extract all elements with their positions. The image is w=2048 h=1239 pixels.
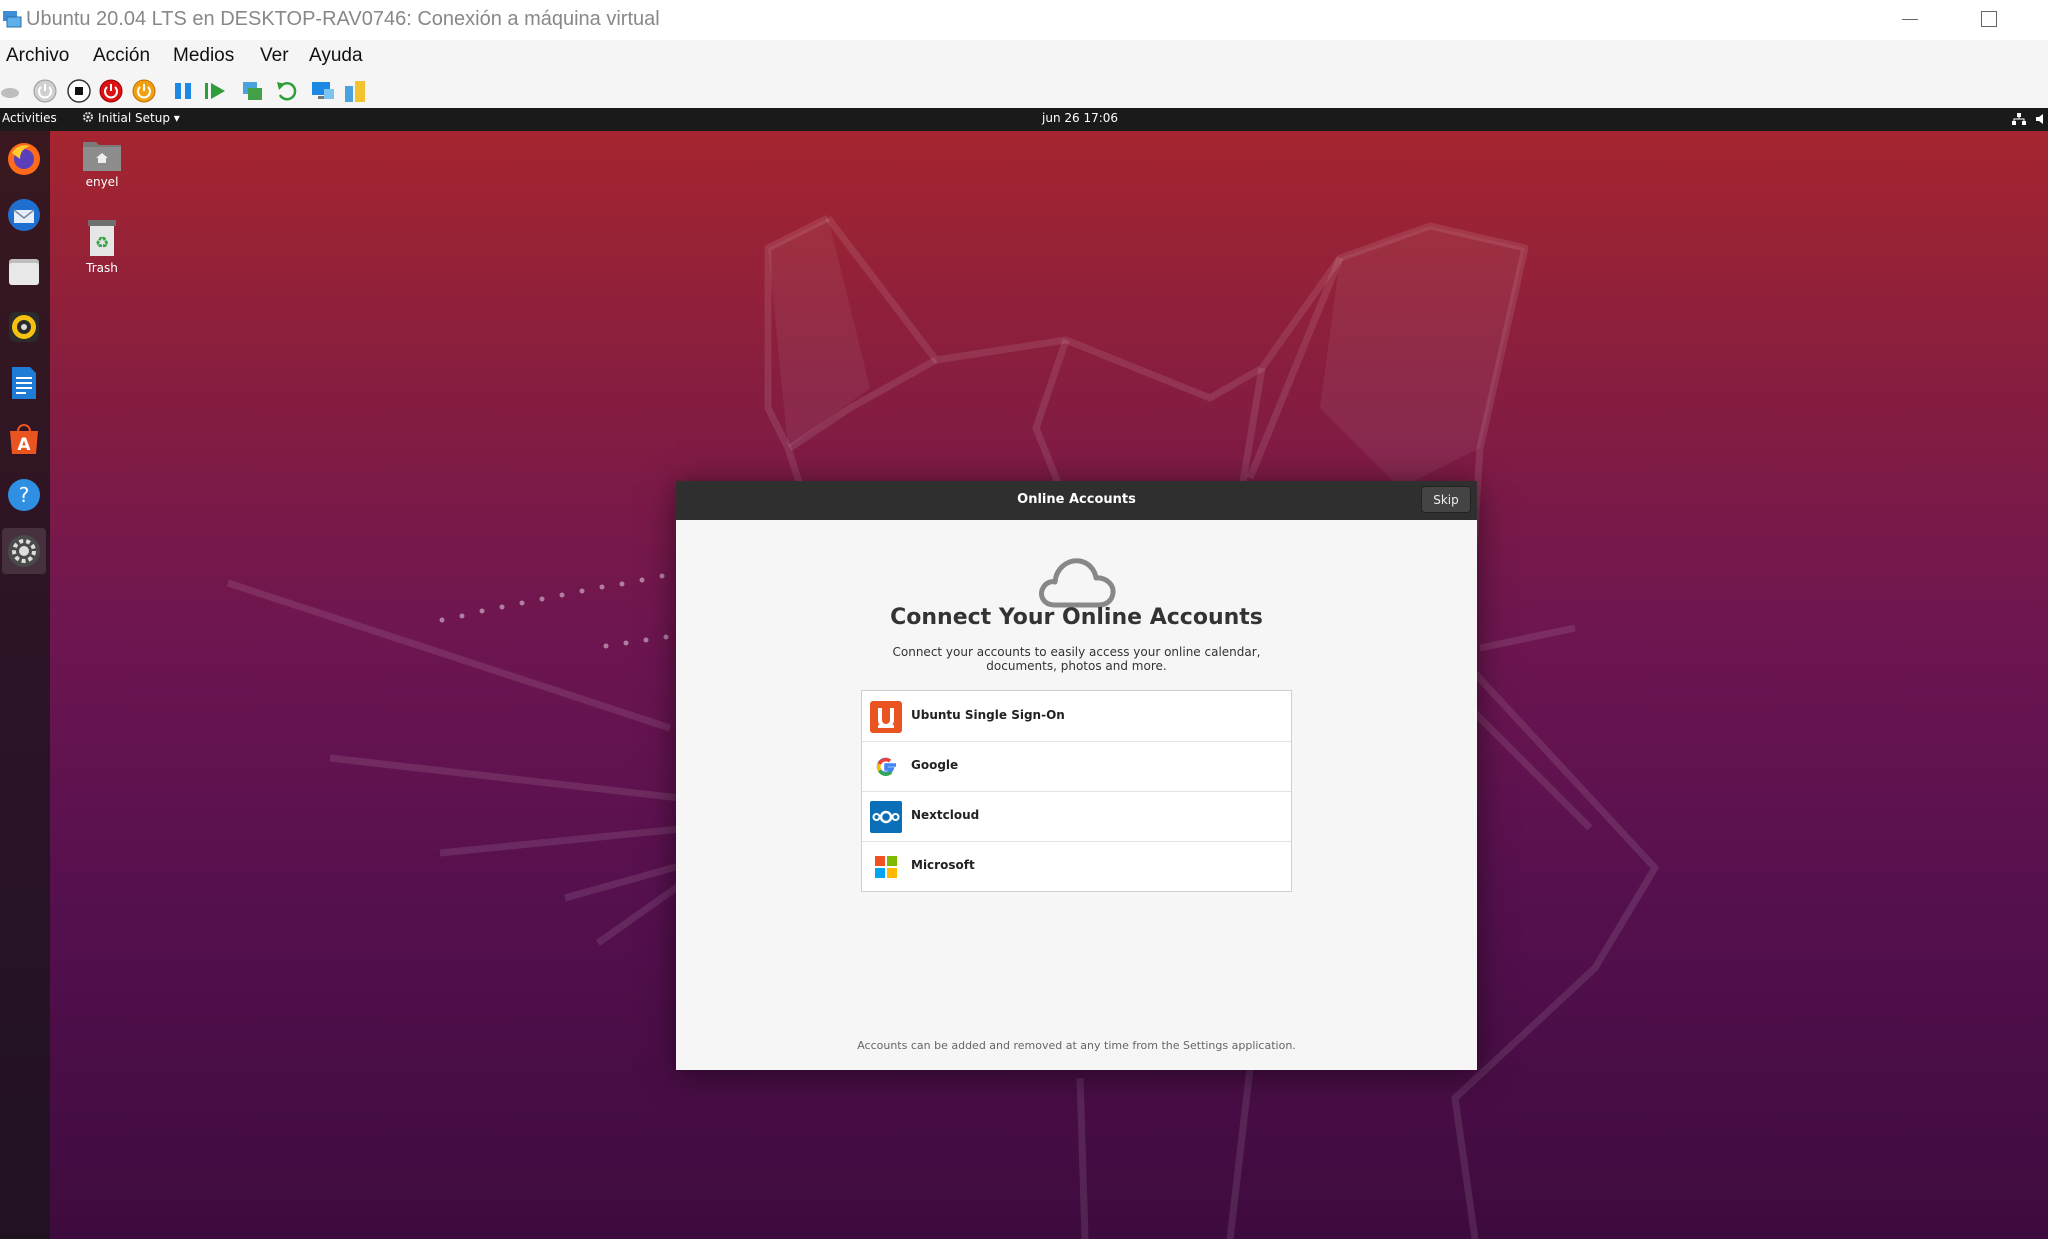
files-icon[interactable] (2, 248, 46, 294)
start-icon[interactable] (32, 78, 58, 104)
provider-row-ubuntu-sso[interactable]: Ubuntu Single Sign-On (862, 691, 1291, 742)
enhanced-session-icon[interactable] (310, 78, 336, 104)
microsoft-icon (875, 856, 897, 878)
pause-icon[interactable] (170, 78, 196, 104)
clock[interactable]: jun 26 17:06 (1042, 111, 1118, 125)
dock: A ? (0, 131, 50, 1239)
dialog-header: Online Accounts Skip (676, 481, 1477, 520)
menu-bar: Archivo Acción Medios Ver Ayuda (0, 40, 2048, 74)
svg-text:A: A (17, 435, 31, 455)
chevron-down-icon: ▾ (173, 111, 180, 125)
dialog-description: Connect your accounts to easily access y… (892, 645, 1261, 673)
dialog-footer-note: Accounts can be added and removed at any… (857, 1039, 1296, 1052)
menu-archivo[interactable]: Archivo (6, 45, 69, 67)
desktop-home-icon[interactable]: enyel (57, 138, 147, 189)
provider-label: Nextcloud (911, 808, 980, 822)
firefox-icon[interactable] (2, 136, 46, 182)
provider-label: Ubuntu Single Sign-On (911, 708, 1065, 722)
maximize-button[interactable] (1958, 0, 2018, 40)
nextcloud-icon (870, 801, 902, 833)
share-icon[interactable] (342, 78, 368, 104)
provider-label: Google (911, 758, 959, 772)
volume-icon[interactable] (2036, 113, 2048, 125)
app-menu-label: Initial Setup (98, 111, 170, 125)
activities-button[interactable]: Activities (2, 111, 57, 125)
provider-row-google[interactable]: Google (862, 741, 1291, 792)
window-title: Ubuntu 20.04 LTS en DESKTOP-RAV0746: Con… (26, 8, 660, 30)
home-folder-icon (83, 142, 121, 171)
desktop-icon-label: enyel (85, 175, 119, 189)
gear-icon (83, 112, 93, 122)
desktop-trash-icon[interactable]: ♻ Trash (57, 218, 147, 275)
menu-medios[interactable]: Medios (173, 45, 234, 67)
menu-accion[interactable]: Acción (93, 45, 150, 67)
resume-icon[interactable] (202, 78, 228, 104)
revert-icon[interactable] (274, 78, 300, 104)
providers-list: Ubuntu Single Sign-On Google Nextcloud M… (861, 690, 1292, 892)
cloud-icon (1039, 558, 1116, 608)
provider-label: Microsoft (911, 858, 975, 872)
trash-icon: ♻ (88, 220, 116, 256)
settings-icon[interactable] (2, 528, 46, 574)
help-icon[interactable]: ? (2, 472, 46, 518)
menu-ver[interactable]: Ver (260, 45, 289, 67)
skip-button[interactable]: Skip (1421, 486, 1471, 513)
rhythmbox-icon[interactable] (2, 304, 46, 350)
ctrl-alt-del-icon[interactable] (0, 78, 26, 104)
window-titlebar: Ubuntu 20.04 LTS en DESKTOP-RAV0746: Con… (0, 0, 2048, 40)
online-accounts-dialog: Online Accounts Skip Connect Your Online… (676, 481, 1477, 1070)
libreoffice-writer-icon[interactable] (2, 360, 46, 406)
svg-text:?: ? (19, 483, 30, 507)
thunderbird-icon[interactable] (2, 192, 46, 238)
dialog-title: Online Accounts (1017, 492, 1136, 507)
gnome-top-bar: Activities Initial Setup ▾ jun 26 17:06 (0, 108, 2048, 131)
save-state-icon[interactable] (131, 78, 157, 104)
google-icon (876, 757, 896, 777)
shut-down-icon[interactable] (98, 78, 124, 104)
network-icon[interactable] (2012, 113, 2026, 125)
toolbar (0, 74, 2048, 108)
menu-ayuda[interactable]: Ayuda (309, 45, 363, 67)
provider-row-microsoft[interactable]: Microsoft (862, 841, 1291, 891)
ubuntu-software-icon[interactable]: A (2, 416, 46, 462)
minimize-button[interactable] (1880, 0, 1940, 40)
vm-connection-icon (3, 11, 22, 28)
dialog-heading: Connect Your Online Accounts (890, 605, 1263, 630)
turn-off-icon[interactable] (66, 78, 92, 104)
ubuntu-sso-icon (870, 701, 902, 733)
svg-text:♻: ♻ (95, 233, 109, 252)
desktop-icon-label: Trash (86, 261, 118, 275)
provider-row-nextcloud[interactable]: Nextcloud (862, 791, 1291, 842)
checkpoint-icon[interactable] (240, 78, 266, 104)
app-menu[interactable]: Initial Setup ▾ (82, 111, 180, 125)
